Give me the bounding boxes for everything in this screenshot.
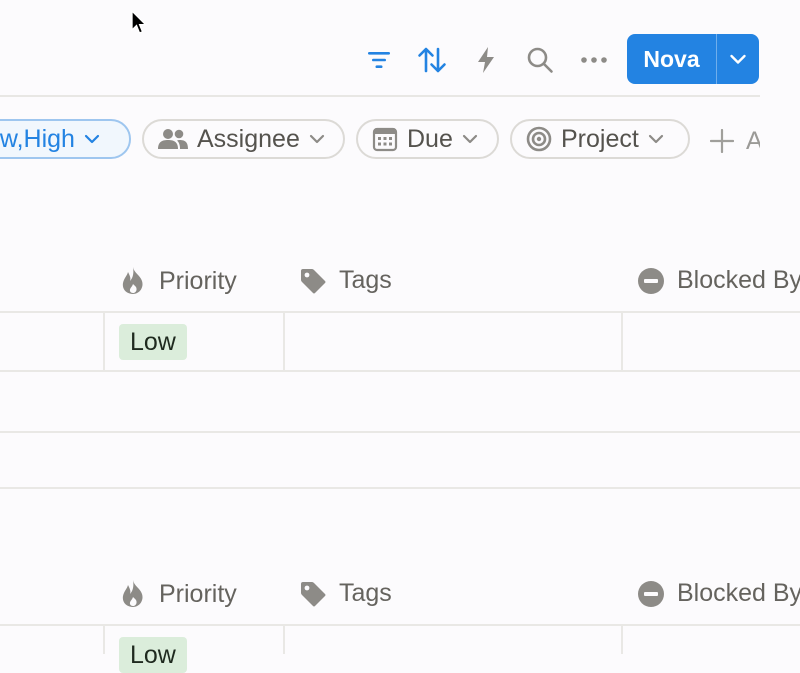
cell-divider bbox=[103, 624, 105, 654]
project-filter-chip[interactable]: Project bbox=[510, 119, 690, 159]
cell-divider bbox=[621, 311, 623, 371]
assignee-filter-label: Assignee bbox=[197, 124, 300, 153]
target-icon bbox=[526, 126, 552, 152]
table-divider bbox=[0, 311, 800, 313]
cell-divider bbox=[283, 311, 285, 371]
priority-tag-low[interactable]: Low bbox=[119, 637, 187, 673]
chevron-down-icon bbox=[462, 134, 477, 144]
priority-filter-chip[interactable]: ow,High bbox=[0, 119, 131, 159]
due-filter-chip[interactable]: Due bbox=[356, 119, 499, 159]
table-row-divider bbox=[0, 431, 800, 433]
tag-icon bbox=[301, 581, 326, 606]
column-header-blocked-by[interactable]: Blocked By bbox=[637, 266, 800, 295]
new-split-button: Nova bbox=[627, 34, 759, 84]
table-divider bbox=[0, 624, 800, 626]
chevron-down-icon bbox=[730, 54, 746, 64]
column-header-label: Priority bbox=[159, 579, 237, 608]
column-header-label: Priority bbox=[159, 266, 237, 295]
chevron-down-icon bbox=[309, 134, 324, 144]
add-filter-button[interactable]: A bbox=[710, 121, 763, 161]
column-header-tags[interactable]: Tags bbox=[299, 579, 392, 608]
blocked-icon bbox=[638, 267, 664, 294]
chevron-down-icon bbox=[648, 134, 663, 144]
new-button[interactable]: Nova bbox=[627, 34, 716, 84]
mouse-cursor-icon bbox=[131, 10, 148, 34]
column-header-tags[interactable]: Tags bbox=[299, 266, 392, 295]
priority-filter-value: ow,High bbox=[0, 124, 75, 153]
toolbar-divider bbox=[0, 95, 760, 97]
calendar-icon bbox=[372, 127, 398, 152]
column-header-label: Blocked By bbox=[677, 266, 800, 294]
column-header-blocked-by[interactable]: Blocked By bbox=[637, 579, 800, 608]
blocked-icon bbox=[638, 580, 664, 607]
assignee-filter-chip[interactable]: Assignee bbox=[142, 119, 345, 159]
due-filter-label: Due bbox=[407, 124, 453, 153]
group-divider bbox=[0, 487, 800, 489]
cell-divider bbox=[283, 624, 285, 654]
column-header-label: Tags bbox=[339, 579, 392, 607]
cell-divider bbox=[103, 311, 105, 371]
chevron-down-icon bbox=[84, 134, 100, 144]
more-icon bbox=[581, 57, 607, 63]
sort-button[interactable] bbox=[414, 42, 450, 78]
column-header-label: Blocked By bbox=[677, 579, 800, 607]
automation-button[interactable] bbox=[468, 42, 504, 78]
clip-mask bbox=[760, 100, 800, 180]
new-dropdown-button[interactable] bbox=[717, 34, 759, 84]
column-header-priority[interactable]: Priority bbox=[119, 266, 237, 296]
flame-icon bbox=[122, 580, 143, 607]
column-header-label: Tags bbox=[339, 266, 392, 294]
column-header-priority[interactable]: Priority bbox=[119, 579, 237, 609]
priority-tag-low[interactable]: Low bbox=[119, 324, 187, 360]
sort-icon bbox=[418, 47, 446, 73]
cell-divider bbox=[621, 624, 623, 654]
plus-icon bbox=[710, 129, 734, 153]
people-icon bbox=[158, 129, 188, 149]
flame-icon bbox=[122, 267, 143, 294]
more-button[interactable] bbox=[576, 42, 612, 78]
table-row-divider bbox=[0, 370, 800, 372]
tag-icon bbox=[301, 268, 326, 293]
project-filter-label: Project bbox=[561, 124, 639, 153]
filter-button[interactable] bbox=[361, 42, 397, 78]
search-button[interactable] bbox=[522, 42, 558, 78]
search-icon bbox=[527, 47, 553, 73]
filter-icon bbox=[368, 52, 390, 68]
lightning-icon bbox=[478, 47, 494, 73]
